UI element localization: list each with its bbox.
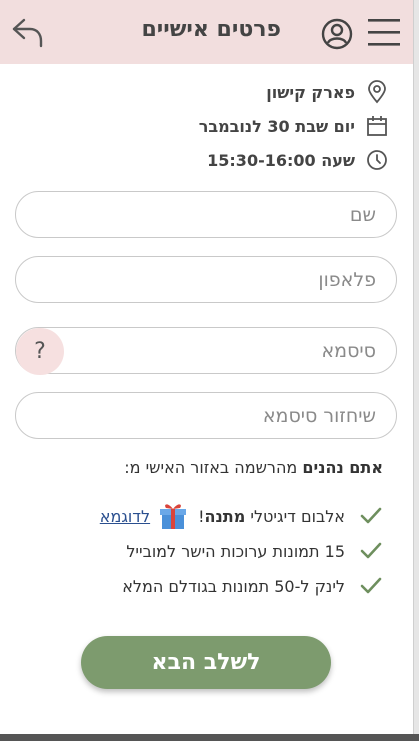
benefit-album-label: אלבום דיגיטלי — [245, 506, 345, 526]
event-location: פארק קישון — [266, 82, 355, 102]
benefit-album-text: אלבום דיגיטלי מתנה! — [198, 507, 345, 526]
page: פרטים אישיים פארק קישון יום שבת 30 לנובמ… — [0, 0, 413, 741]
hamburger-menu-icon[interactable] — [367, 16, 401, 48]
password-confirm-input[interactable] — [16, 393, 396, 438]
header: פרטים אישיים — [0, 0, 413, 64]
benefit-item-album: אלבום דיגיטלי מתנה! לדוגמא — [100, 503, 383, 529]
event-time: שעה 15:30-16:00 — [207, 150, 355, 170]
phone-field-wrapper — [15, 256, 397, 303]
benefit-item-photos: 15 תמונות ערוכות הישר למובייל — [126, 538, 383, 564]
bottom-bar — [0, 734, 419, 741]
benefits-title-rest: מהרשמה באזור האישי מ: — [124, 458, 303, 477]
name-field-wrapper — [15, 191, 397, 238]
checkmark-icon — [360, 577, 382, 594]
password-field-wrapper: ? — [15, 327, 397, 375]
password-input[interactable] — [16, 328, 396, 373]
scrollbar[interactable] — [413, 0, 419, 741]
benefit-item-link: לינק ל-50 תמונות בגודלם המלא — [122, 573, 383, 599]
calendar-icon — [367, 116, 387, 136]
password-help-button[interactable]: ? — [16, 328, 64, 375]
benefits-title: אתם נהנים מהרשמה באזור האישי מ: — [124, 458, 383, 477]
benefit-link-text: לינק ל-50 תמונות בגודלם המלא — [122, 576, 345, 596]
event-location-row: פארק קישון — [266, 80, 389, 104]
password-confirm-field-wrapper — [15, 392, 397, 439]
event-date-row: יום שבת 30 לנובמבר — [199, 114, 389, 138]
benefit-album-gift-word: מתנה — [204, 506, 246, 526]
example-link[interactable]: לדוגמא — [100, 507, 150, 526]
checkmark-icon — [360, 542, 382, 559]
page-title: פרטים אישיים — [141, 17, 281, 42]
location-pin-icon — [368, 80, 386, 104]
event-date: יום שבת 30 לנובמבר — [198, 116, 355, 136]
next-step-button[interactable]: לשלב הבא — [81, 636, 331, 689]
gift-icon — [160, 504, 187, 529]
phone-input[interactable] — [16, 257, 396, 302]
event-time-row: שעה 15:30-16:00 — [207, 148, 389, 172]
clock-icon — [367, 150, 387, 170]
benefit-photos-text: 15 תמונות ערוכות הישר למובייל — [126, 541, 345, 561]
user-icon[interactable] — [321, 18, 353, 50]
name-input[interactable] — [16, 192, 396, 237]
checkmark-icon — [360, 507, 382, 524]
back-arrow-icon[interactable] — [10, 14, 46, 50]
benefits-title-bold: אתם נהנים — [302, 458, 383, 477]
